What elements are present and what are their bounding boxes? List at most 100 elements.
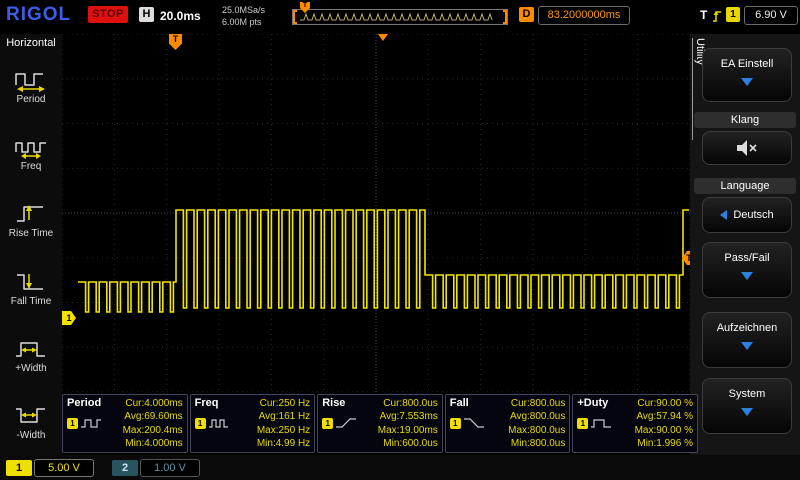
submenu-arrow-icon bbox=[741, 78, 753, 86]
measurement-max: Max:800.0us bbox=[494, 424, 566, 437]
measurement-max: Max:200.4ms bbox=[111, 424, 183, 437]
sidebar-item-rise-time[interactable]: Rise Time bbox=[0, 186, 62, 253]
measurement-name: Rise bbox=[322, 397, 366, 409]
period-icon bbox=[13, 66, 49, 92]
system-button[interactable]: System bbox=[702, 378, 792, 434]
pulse-icon bbox=[80, 417, 102, 429]
measurement-box-period: Period 1 Cur:4.000ms Avg:69.60ms Max:200… bbox=[62, 394, 188, 453]
graticule-grid bbox=[62, 34, 690, 392]
waveform-trace bbox=[78, 210, 689, 312]
measurement-avg: Avg:57.94 % bbox=[621, 410, 693, 423]
measurement-name: Freq bbox=[195, 397, 239, 409]
timeline-bar[interactable]: T bbox=[292, 9, 508, 25]
fall-time-icon bbox=[13, 268, 49, 294]
horizontal-label-badge: H bbox=[139, 7, 154, 22]
graticule bbox=[62, 34, 690, 392]
rise-edge-icon bbox=[335, 417, 357, 429]
language-value: Deutsch bbox=[733, 209, 773, 221]
sidebar-item-period[interactable]: Period bbox=[0, 52, 62, 119]
io-settings-label: EA Einstell bbox=[703, 49, 791, 70]
measurement-max: Max:90.00 % bbox=[621, 424, 693, 437]
language-button[interactable]: Deutsch bbox=[702, 197, 792, 233]
sidebar-item-fall-time[interactable]: Fall Time bbox=[0, 254, 62, 321]
channel-2-badge[interactable]: 2 bbox=[112, 460, 138, 476]
channel-2-readout[interactable]: 2 1.00 V bbox=[112, 459, 200, 477]
system-label: System bbox=[703, 379, 791, 400]
measurement-box-freq: Freq 1 Cur:250 Hz Avg:161 Hz Max:250 Hz … bbox=[190, 394, 316, 453]
prev-option-arrow-icon bbox=[720, 210, 727, 220]
sidebar-item-label: Period bbox=[17, 94, 46, 105]
delay-label-badge: D bbox=[519, 7, 534, 22]
sidebar-item-freq[interactable]: Freq bbox=[0, 119, 62, 186]
rigol-logo: RIGOL bbox=[6, 4, 71, 26]
minus-width-icon bbox=[13, 402, 49, 428]
measurement-avg: Avg:69.60ms bbox=[111, 410, 183, 423]
sound-button[interactable] bbox=[702, 131, 792, 165]
trigger-label: T bbox=[700, 8, 707, 22]
delay-value[interactable]: 83.2000000ms bbox=[538, 6, 630, 25]
measurement-cur: Cur:4.000ms bbox=[111, 397, 183, 410]
measurement-name: Fall bbox=[450, 397, 494, 409]
fall-edge-icon bbox=[463, 417, 485, 429]
channel-1-badge: 1 bbox=[322, 418, 333, 429]
plus-width-icon bbox=[13, 335, 49, 361]
measurement-bar: Period 1 Cur:4.000ms Avg:69.60ms Max:200… bbox=[62, 394, 698, 453]
delay-center-marker-icon bbox=[378, 34, 388, 41]
measurement-min: Min:1.996 % bbox=[621, 437, 693, 450]
sidebar-item-neg-width[interactable]: -Width bbox=[0, 388, 62, 455]
timeline-waveform-preview bbox=[298, 11, 502, 23]
channel-1-badge: 1 bbox=[577, 418, 588, 429]
submenu-arrow-icon bbox=[741, 272, 753, 280]
measurement-cur: Cur:250 Hz bbox=[239, 397, 311, 410]
submenu-arrow-icon bbox=[741, 342, 753, 350]
acquisition-info: 25.0MSa/s 6.00M pts bbox=[222, 4, 265, 28]
trigger-level-value[interactable]: 6.90 V bbox=[744, 6, 798, 25]
pass-fail-button[interactable]: Pass/Fail bbox=[702, 242, 792, 298]
measurement-box-duty: +Duty 1 Cur:90.00 % Avg:57.94 % Max:90.0… bbox=[572, 394, 698, 453]
channel-2-scale: 1.00 V bbox=[140, 459, 200, 477]
duty-pulse-icon bbox=[590, 417, 612, 429]
pass-fail-label: Pass/Fail bbox=[703, 243, 791, 264]
measurement-max: Max:19.00ms bbox=[366, 424, 438, 437]
timebase-value[interactable]: 20.0ms bbox=[160, 9, 201, 23]
channel-1-badge[interactable]: 1 bbox=[6, 460, 32, 476]
measurement-min: Min:600.0us bbox=[366, 437, 438, 450]
sidebar-item-label: Freq bbox=[21, 161, 42, 172]
waveform-display: T T 1 bbox=[62, 34, 690, 392]
measurement-avg: Avg:7.553ms bbox=[366, 410, 438, 423]
channel-1-badge: 1 bbox=[450, 418, 461, 429]
measurement-avg: Avg:800.0us bbox=[494, 410, 566, 423]
bottom-bar: 1 5.00 V 2 1.00 V bbox=[0, 455, 800, 480]
measurement-cur: Cur:800.0us bbox=[366, 397, 438, 410]
run-state-badge: STOP bbox=[88, 6, 128, 23]
language-label: Language bbox=[694, 178, 796, 194]
oscilloscope-screen: RIGOL STOP H 20.0ms 25.0MSa/s 6.00M pts … bbox=[0, 0, 800, 480]
rise-time-icon bbox=[13, 200, 49, 226]
sidebar-item-label: Fall Time bbox=[11, 296, 52, 307]
channel-1-badge: 1 bbox=[195, 418, 206, 429]
sound-label: Klang bbox=[694, 112, 796, 128]
measurement-min: Min:4.000ms bbox=[111, 437, 183, 450]
io-settings-button[interactable]: EA Einstell bbox=[702, 48, 792, 102]
record-button[interactable]: Aufzeichnen bbox=[702, 312, 792, 368]
measurement-max: Max:250 Hz bbox=[239, 424, 311, 437]
measurement-min: Min:800.0us bbox=[494, 437, 566, 450]
pulse-icon bbox=[208, 417, 230, 429]
sidebar-title: Horizontal bbox=[0, 34, 62, 52]
freq-icon bbox=[13, 133, 49, 159]
channel-1-readout[interactable]: 1 5.00 V bbox=[6, 459, 94, 477]
channel-1-scale: 5.00 V bbox=[34, 459, 94, 477]
measurement-box-rise: Rise 1 Cur:800.0us Avg:7.553ms Max:19.00… bbox=[317, 394, 443, 453]
measurement-min: Min:4.99 Hz bbox=[239, 437, 311, 450]
measurement-cur: Cur:90.00 % bbox=[621, 397, 693, 410]
sidebar-item-label: Rise Time bbox=[9, 228, 53, 239]
submenu-arrow-icon bbox=[741, 408, 753, 416]
channel-1-badge: 1 bbox=[67, 418, 78, 429]
measurement-avg: Avg:161 Hz bbox=[239, 410, 311, 423]
sidebar-item-pos-width[interactable]: +Width bbox=[0, 321, 62, 388]
sidebar-item-label: +Width bbox=[15, 363, 46, 374]
record-label: Aufzeichnen bbox=[703, 313, 791, 334]
measurement-name: Period bbox=[67, 397, 111, 409]
speaker-muted-icon bbox=[734, 138, 760, 158]
measurement-box-fall: Fall 1 Cur:800.0us Avg:800.0us Max:800.0… bbox=[445, 394, 571, 453]
